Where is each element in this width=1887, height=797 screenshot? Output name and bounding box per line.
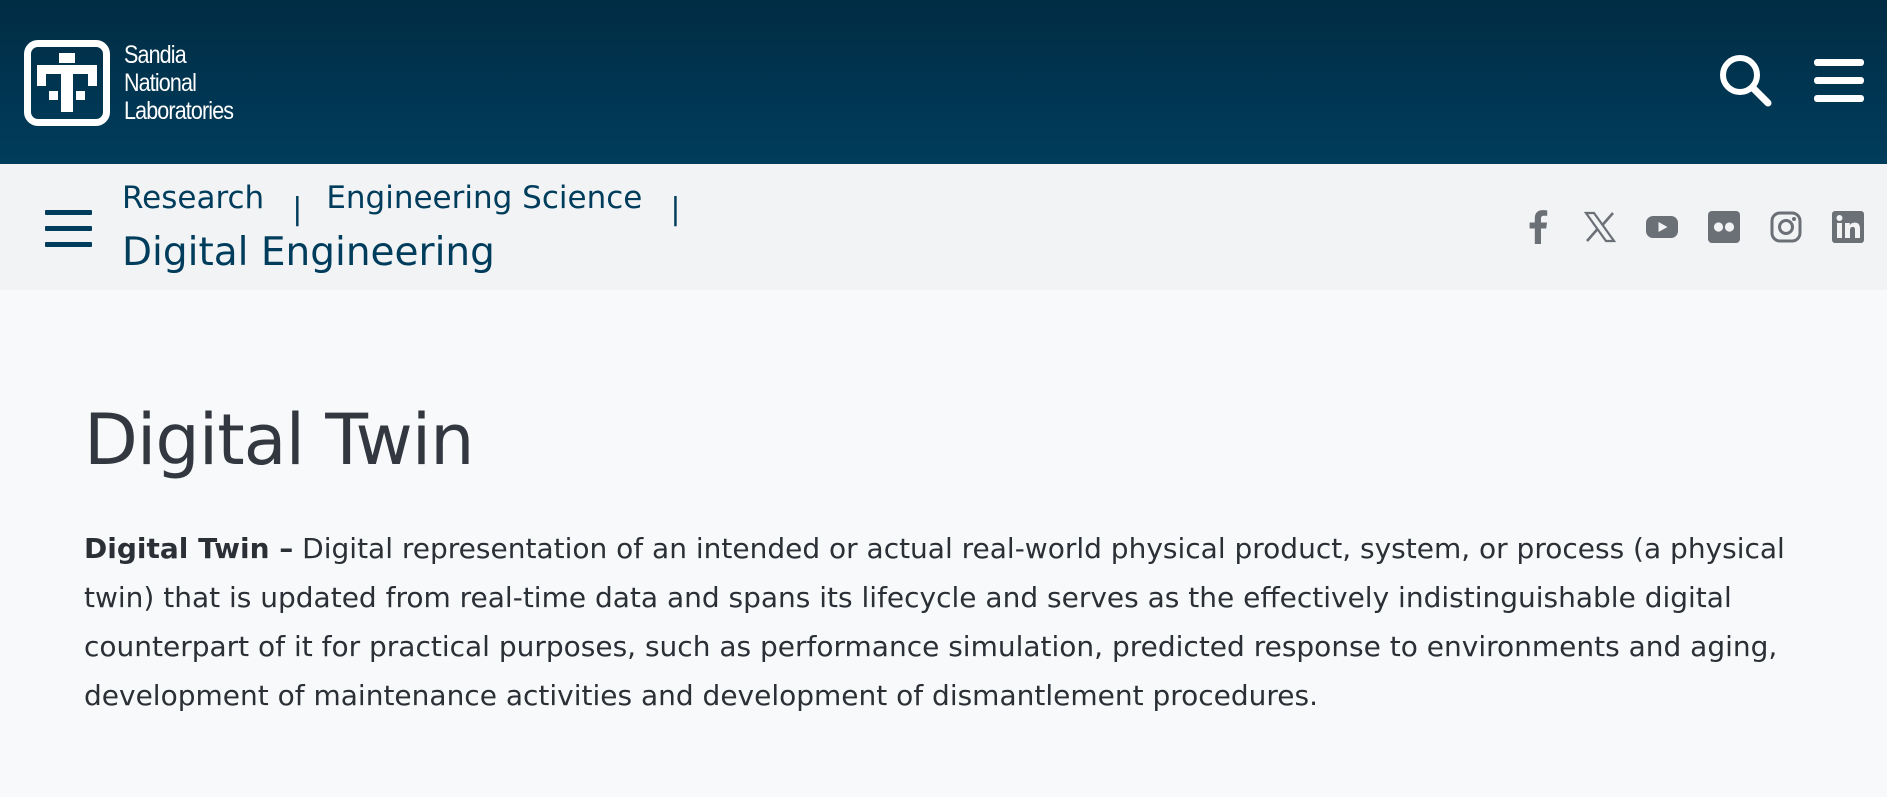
search-icon [1720,55,1772,107]
hamburger-menu-icon [1814,59,1864,102]
page-title: Digital Twin [84,399,475,481]
x-twitter-icon [1584,211,1616,243]
search-button[interactable] [1717,52,1773,108]
definition-paragraph: Digital Twin – Digital representation of… [84,524,1804,720]
main-menu-button[interactable] [1811,52,1867,108]
main-content: Digital Twin Digital Twin – Digital repr… [84,290,1804,720]
social-links [1519,208,1867,246]
breadcrumb-separator: | [292,192,303,227]
site-header: Sandia National Laboratories [0,0,1887,164]
sandia-logo-link[interactable]: Sandia National Laboratories [24,39,251,127]
youtube-link[interactable] [1643,208,1681,246]
logo-line: Sandia [124,41,187,69]
breadcrumb-research[interactable]: Research [122,178,264,218]
facebook-icon [1529,210,1548,244]
logo-line: Laboratories [124,97,234,125]
instagram-icon [1770,211,1802,243]
instagram-link[interactable] [1767,208,1805,246]
breadcrumb: Research | Engineering Science | [122,178,680,230]
thunderbird-logo-icon [24,40,110,126]
definition-term: Digital Twin – [84,532,294,565]
flickr-link[interactable] [1705,208,1743,246]
x-link[interactable] [1581,208,1619,246]
youtube-icon [1646,216,1678,238]
section-menu-button[interactable] [42,204,94,254]
linkedin-icon [1832,211,1864,243]
definition-text: Digital representation of an intended or… [84,532,1785,712]
logo-line: National [124,69,197,97]
section-title-link[interactable]: Digital Engineering [122,228,495,278]
linkedin-link[interactable] [1829,208,1867,246]
breadcrumb-separator: | [670,192,681,227]
facebook-link[interactable] [1519,208,1557,246]
header-actions [1717,52,1867,108]
flickr-icon [1708,211,1740,243]
logo-wordmark: Sandia National Laboratories [124,41,234,125]
breadcrumb-engineering-science[interactable]: Engineering Science [326,178,642,218]
